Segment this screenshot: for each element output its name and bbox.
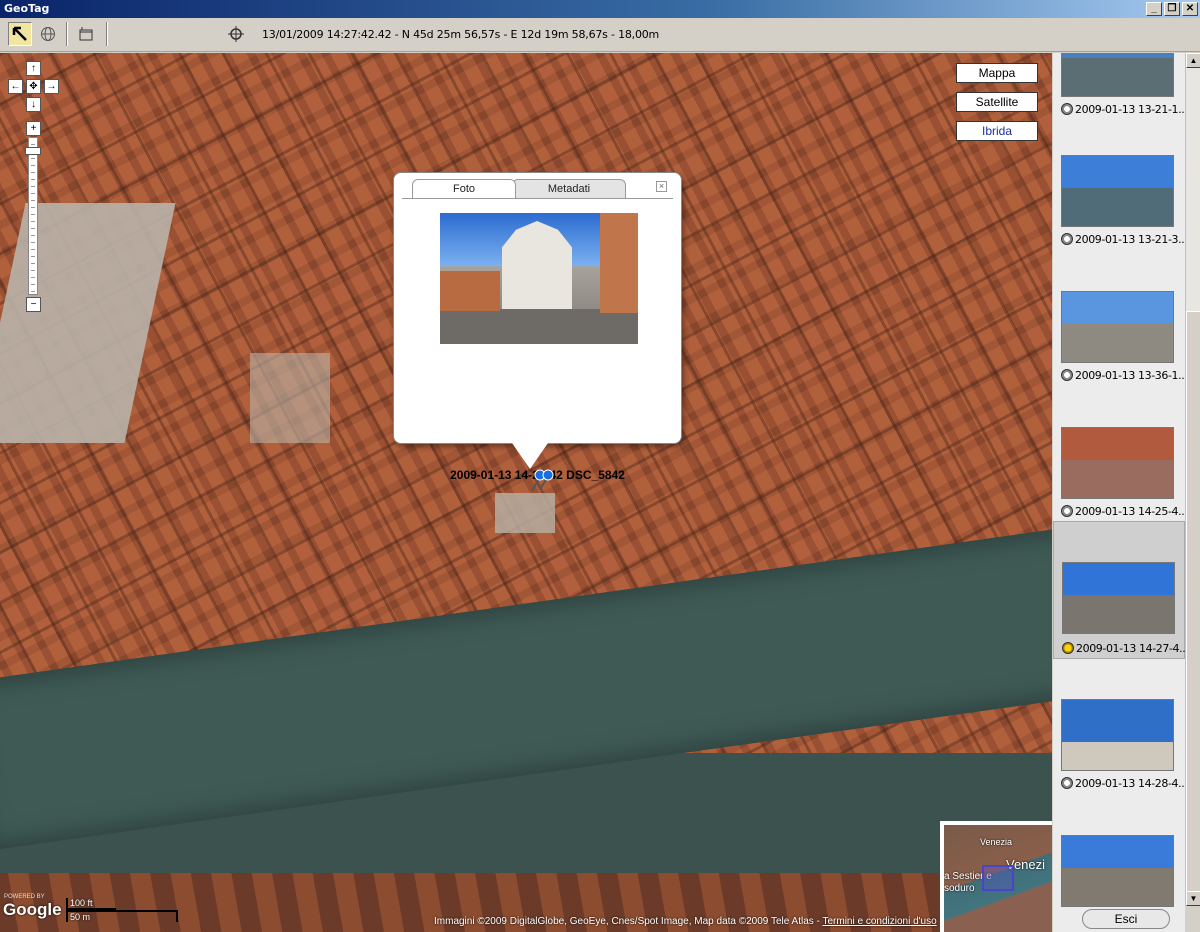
map-type-satellite-button[interactable]: Satellite [956, 92, 1038, 112]
thumbnail-item-selected[interactable]: 2009-01-13 14-27-4... [1053, 521, 1185, 659]
toolbar: 13/01/2009 14:27:42.42 - N 45d 25m 56,57… [0, 18, 1200, 52]
photo-preview [440, 213, 638, 344]
pan-left-button[interactable]: ← [8, 79, 23, 94]
info-window-tail [512, 443, 548, 469]
pan-right-button[interactable]: → [44, 79, 59, 94]
zoom-out-button[interactable]: − [26, 297, 41, 312]
scale-bar: 100 ft 50 m [66, 898, 178, 924]
map-view[interactable]: ↑ ← ✥ → ↓ + − Mappa Satellite Ibrida Met… [0, 53, 1052, 932]
overview-label: soduro [944, 883, 975, 894]
globe-icon [1061, 505, 1073, 517]
zoom-in-button[interactable]: + [26, 121, 41, 136]
window-icon [79, 27, 93, 41]
map-type-ibrida-button[interactable]: Ibrida [956, 121, 1038, 141]
toolbar-separator [66, 22, 68, 46]
maximize-button[interactable]: ❐ [1164, 2, 1180, 16]
scroll-down-button[interactable]: ▼ [1186, 891, 1200, 906]
toolbar-separator [106, 22, 108, 46]
globe-icon [1062, 642, 1074, 654]
scrollbar-thumb[interactable] [1186, 311, 1200, 903]
pan-center-button[interactable]: ✥ [26, 79, 41, 94]
plaza-area [250, 353, 330, 443]
crosshair-icon [228, 26, 244, 42]
crosshair-tool[interactable] [224, 22, 248, 46]
zoom-slider[interactable] [28, 137, 38, 295]
overview-viewport[interactable] [982, 865, 1014, 891]
scale-metric: 50 m [70, 912, 91, 922]
geotag-window: GeoTag _ ❐ ✕ 13/01/2009 14:27:42.42 - N … [0, 0, 1200, 932]
photo-marker-icon[interactable] [528, 469, 556, 498]
overview-label: Venezia [980, 837, 1013, 847]
close-button[interactable]: ✕ [1182, 2, 1198, 16]
globe-icon [41, 27, 55, 41]
globe-icon [1061, 777, 1073, 789]
window-title: GeoTag [4, 2, 50, 15]
globe-icon [1061, 369, 1073, 381]
terms-link[interactable]: Termini e condizioni d'uso [822, 916, 936, 927]
close-icon[interactable]: × [656, 181, 667, 192]
scale-imperial: 100 ft [70, 898, 93, 908]
scroll-up-button[interactable]: ▲ [1186, 53, 1200, 68]
thumbnail-panel[interactable]: 2009-01-13 13-21-1... 2009-01-13 13-21-3… [1053, 53, 1185, 932]
map-type-mappa-button[interactable]: Mappa [956, 63, 1038, 83]
select-arrow-tool[interactable] [8, 22, 32, 46]
info-window: Metadati Foto × 2009-01-13 14-27-42 DSC_… [393, 172, 682, 482]
copyright-text: Immagini ©2009 DigitalGlobe, GeoEye, Cne… [434, 916, 937, 927]
pan-up-button[interactable]: ↑ [26, 61, 41, 76]
pan-down-button[interactable]: ↓ [26, 97, 41, 112]
minimize-button[interactable]: _ [1146, 2, 1162, 16]
tab-divider [402, 198, 673, 199]
google-logo[interactable]: Google [3, 900, 62, 920]
arrow-icon [12, 26, 27, 41]
overview-map[interactable]: Venezia Venezi a Sestier e soduro [940, 821, 1052, 932]
exit-button[interactable]: Esci [1082, 909, 1170, 929]
window-tool[interactable] [74, 22, 98, 46]
coordinates-readout: 13/01/2009 14:27:42.42 - N 45d 25m 56,57… [262, 28, 660, 41]
tab-foto[interactable]: Foto [412, 179, 516, 198]
thumbnail-item[interactable]: 2009-01-13 14-28-4... [1053, 699, 1185, 835]
thumbnail-item[interactable]: 2009-01-13 13-21-1... [1053, 53, 1185, 161]
globe-icon [1061, 233, 1073, 245]
thumbnail-item[interactable]: 2009-01-13 13-36-1... [1053, 291, 1185, 427]
tab-metadati[interactable]: Metadati [512, 179, 626, 198]
zoom-slider-thumb[interactable] [25, 147, 41, 155]
thumbnail-scrollbar[interactable]: ▲ ▼ [1185, 53, 1200, 906]
globe-icon [1061, 103, 1073, 115]
pan-control: ↑ ← ✥ → ↓ [6, 61, 62, 117]
plaza-area [495, 493, 555, 533]
title-bar: GeoTag _ ❐ ✕ [0, 0, 1200, 18]
globe-tool[interactable] [36, 22, 60, 46]
thumbnail-item[interactable]: 2009-01-13 13-21-3... [1053, 155, 1185, 291]
